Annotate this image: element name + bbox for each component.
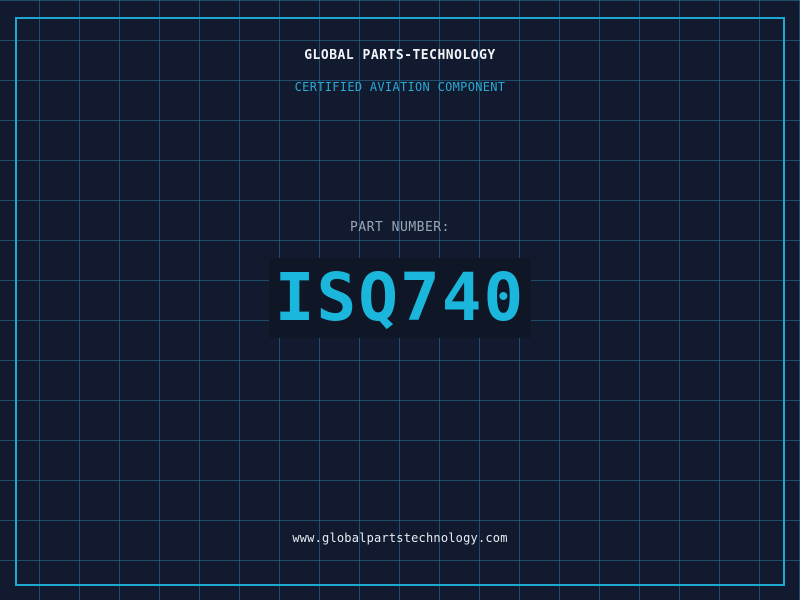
part-number-container: ISQ740 [0, 258, 800, 338]
company-name: GLOBAL PARTS-TECHNOLOGY [304, 48, 496, 63]
website-url: www.globalpartstechnology.com [292, 531, 508, 545]
part-number-value: ISQ740 [268, 258, 532, 338]
part-number-label: PART NUMBER: [350, 220, 450, 235]
component-subtitle: CERTIFIED AVIATION COMPONENT [294, 80, 506, 94]
part-card: GLOBAL PARTS-TECHNOLOGY CERTIFIED AVIATI… [0, 0, 800, 600]
